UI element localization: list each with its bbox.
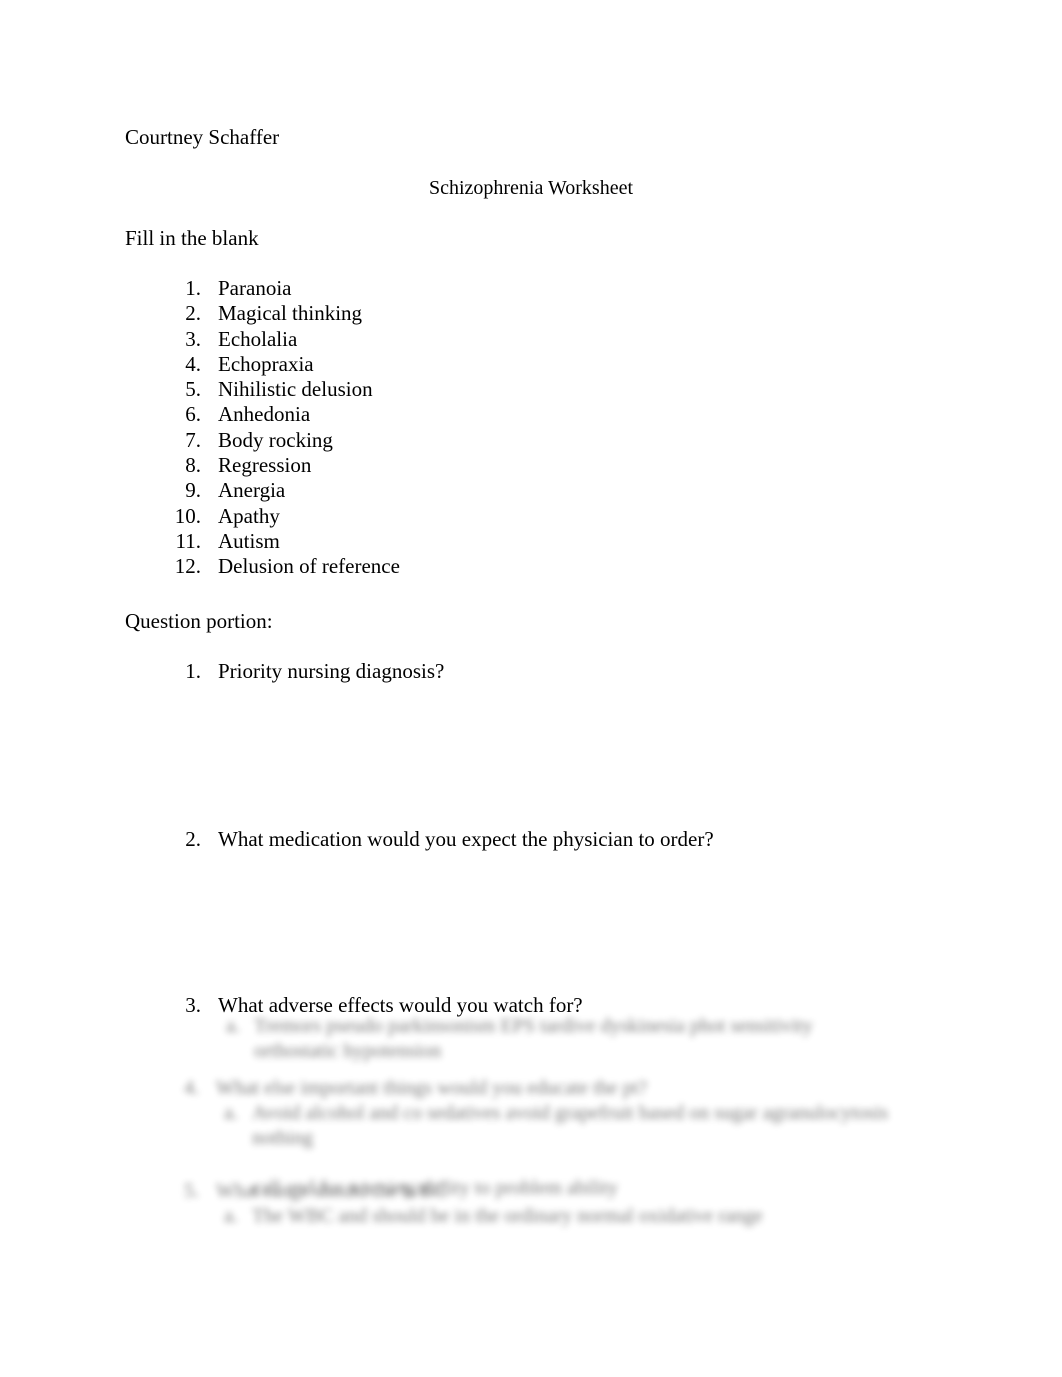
- blurred-subitem: a. Tremors pseudo parkinsonism EPS tardi…: [220, 1014, 945, 1039]
- blurred-subitem: a. The WBC and should be in the ordinary…: [218, 1204, 943, 1229]
- list-marker: 10.: [174, 503, 201, 528]
- list-marker: 5.: [185, 377, 201, 402]
- list-item: 7. Body rocking: [155, 428, 400, 453]
- list-marker: 4.: [185, 351, 201, 376]
- blurred-text: Tremors pseudo parkinsonism EPS tardive …: [254, 1015, 813, 1037]
- blurred-text: orthostatic hypotension: [254, 1040, 442, 1062]
- document-title: Schizophrenia Worksheet: [428, 177, 634, 199]
- list-marker: 9.: [185, 478, 201, 503]
- list-item: 4. Echopraxia: [155, 352, 400, 377]
- blurred-text: What range should the WBC: [216, 1180, 447, 1202]
- list-item-label: Anhedonia: [218, 402, 311, 427]
- blurred-question: 4. What else important things would you …: [153, 1076, 943, 1101]
- section-heading-fill-in-the-blank: Fill in the blank: [125, 226, 259, 250]
- list-item: 1. Paranoia: [155, 276, 400, 301]
- blurred-question: 5. What range should the WBC: [153, 1179, 943, 1204]
- list-marker: 6.: [185, 402, 201, 427]
- list-marker: a.: [224, 1205, 238, 1227]
- list-item-label: Regression: [218, 453, 312, 478]
- blurred-spacer: [153, 1151, 943, 1176]
- author-name: Courtney Schaffer: [125, 125, 280, 149]
- list-item-label: Paranoia: [218, 276, 292, 300]
- list-item: 10. Apathy: [155, 504, 400, 529]
- list-item: 2. Magical thinking: [155, 301, 400, 326]
- question-item: 1. Priority nursing diagnosis?: [155, 659, 714, 684]
- list-item: 12. Delusion of reference: [155, 554, 400, 579]
- document-page: Courtney Schaffer Schizophrenia Workshee…: [0, 0, 1062, 1377]
- question-text: Priority nursing diagnosis?: [218, 659, 445, 683]
- list-item: 11. Autism: [155, 529, 400, 554]
- list-marker: 8.: [185, 453, 201, 478]
- list-item-label: Autism: [218, 528, 280, 553]
- question-text: What medication would you expect the phy…: [218, 827, 714, 851]
- list-marker: a.: [226, 1015, 240, 1037]
- list-marker: 2.: [185, 827, 201, 851]
- list-item-label: Magical thinking: [218, 301, 363, 326]
- list-item: 3. Echolalia: [155, 327, 400, 352]
- list-marker: 2.: [185, 301, 201, 326]
- list-item: 8. Regression: [155, 453, 400, 478]
- list-marker: 3.: [185, 326, 201, 351]
- list-marker: 7.: [185, 427, 201, 452]
- list-marker: 1.: [185, 276, 201, 300]
- list-item-label: Apathy: [218, 503, 280, 528]
- blurred-text: What else important things would you edu…: [216, 1077, 647, 1099]
- list-marker: a.: [224, 1102, 238, 1124]
- fill-in-the-blank-list: 1. Paranoia 2. Magical thinking 3. Echol…: [155, 276, 400, 580]
- list-item: 5. Nihilistic delusion: [155, 377, 400, 402]
- blurred-answer-group: a. Tremors pseudo parkinsonism EPS tardi…: [155, 1014, 945, 1064]
- question-item: 2. What medication would you expect the …: [155, 827, 714, 852]
- list-item: 9. Anergia: [155, 478, 400, 503]
- section-heading-question-portion: Question portion:: [125, 609, 273, 633]
- list-item-label: Delusion of reference: [218, 554, 400, 579]
- list-marker: 4.: [184, 1077, 199, 1099]
- list-item: 6. Anhedonia: [155, 402, 400, 427]
- blurred-answer-group: 5. What range should the WBC a. The WBC …: [153, 1179, 943, 1229]
- list-item-label: Echolalia: [218, 326, 298, 351]
- question-list: 1. Priority nursing diagnosis? 2. What m…: [155, 659, 714, 1018]
- blurred-text: The WBC and should be in the ordinary no…: [252, 1205, 763, 1227]
- list-item-label: Body rocking: [218, 427, 333, 452]
- list-marker: 1.: [185, 659, 201, 683]
- blurred-subitem: a. Avoid alcohol and co sedatives avoid …: [218, 1101, 943, 1151]
- list-marker: 11.: [175, 528, 201, 553]
- list-item-label: Echopraxia: [218, 351, 314, 376]
- list-item-label: Nihilistic delusion: [218, 377, 373, 402]
- list-marker: 12.: [174, 554, 201, 579]
- list-item-label: Anergia: [218, 478, 286, 503]
- list-marker: 5.: [184, 1180, 199, 1202]
- blurred-subitem-continuation: orthostatic hypotension: [220, 1039, 945, 1064]
- blurred-text: Avoid alcohol and co sedatives avoid gra…: [252, 1102, 889, 1149]
